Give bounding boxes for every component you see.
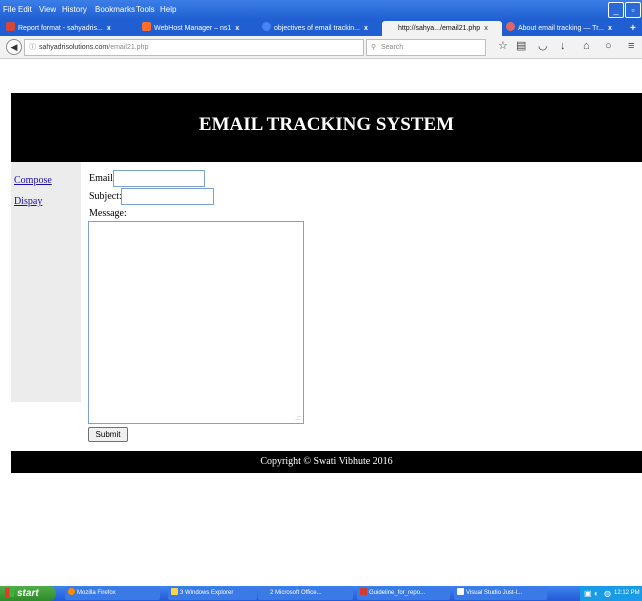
minimize-icon[interactable]: _: [608, 2, 624, 18]
resize-grip-icon[interactable]: .::: [295, 415, 301, 422]
tab-report-format[interactable]: Report format - sahyadris... x: [6, 21, 136, 36]
menu-history[interactable]: History: [62, 5, 87, 14]
close-icon[interactable]: x: [107, 25, 111, 32]
message-label: Message:: [89, 208, 127, 219]
taskbar-label: 2 Microsoft Office...: [270, 590, 322, 596]
url-bar[interactable]: ⓘ sahyadrisolutions.com/email21.php C: [24, 39, 381, 56]
sidebar-link-compose[interactable]: Compose: [14, 175, 52, 186]
maximize-icon[interactable]: ▫: [625, 2, 641, 18]
home-icon[interactable]: ⌂: [583, 40, 590, 52]
network-icon[interactable]: ▣: [584, 586, 592, 601]
tab-strip: Report format - sahyadris... x WebHost Ma…: [0, 20, 642, 36]
windows-logo-icon: [5, 588, 14, 597]
download-icon[interactable]: ↓: [560, 40, 566, 52]
taskbar-item-office[interactable]: 2 Microsoft Office...: [258, 587, 353, 600]
info-icon[interactable]: ⓘ: [29, 40, 36, 55]
taskbar-item-guideline[interactable]: Guideline_for_repo...: [357, 587, 450, 600]
message-textarea[interactable]: .::: [88, 221, 304, 424]
close-icon[interactable]: x: [608, 25, 612, 32]
navigation-bar: ◀ ⓘ sahyadrisolutions.com/email21.php C …: [0, 36, 642, 59]
email-label: Email:: [89, 173, 116, 184]
url-text: sahyadrisolutions.com/email21.php: [39, 40, 148, 55]
menu-view[interactable]: View: [39, 5, 56, 14]
hamburger-menu-icon[interactable]: ≡: [628, 40, 634, 52]
tab-label: About email tracking — Tr...: [518, 25, 604, 32]
tab-webhost-manager[interactable]: WebHost Manager – ns1 x: [142, 21, 254, 36]
taskbar-label: Mozilla Firefox: [77, 590, 116, 596]
folder-icon: [171, 588, 178, 595]
copyright-text: Copyright © Swati Vibhute 2016: [260, 456, 393, 467]
windows-taskbar: start Mozilla Firefox 3 Windows Explorer…: [0, 586, 642, 601]
taskbar-label: 3 Windows Explorer: [180, 590, 234, 596]
sidebar-link-display[interactable]: Dispay: [14, 196, 42, 207]
url-path: /email21.php: [108, 44, 149, 51]
tab-objectives[interactable]: objectives of email trackin... x: [262, 21, 376, 36]
search-placeholder: Search: [381, 44, 404, 51]
submit-button[interactable]: Submit: [88, 427, 128, 442]
pocket-icon[interactable]: ◡: [538, 40, 548, 52]
sync-icon[interactable]: ○: [605, 40, 612, 52]
clock: 12:12 PM: [614, 590, 640, 596]
start-button[interactable]: start: [0, 586, 56, 601]
tab-label: Report format - sahyadris...: [18, 25, 103, 32]
new-tab-button[interactable]: +: [630, 21, 642, 36]
tab-label: http://sahya.../email21.php: [398, 25, 481, 32]
page-title: EMAIL TRACKING SYSTEM: [198, 114, 455, 135]
taskbar-label: Guideline_for_repo...: [369, 590, 426, 596]
antivirus-icon[interactable]: ◍: [604, 586, 611, 601]
page-icon: [506, 22, 515, 31]
start-label: start: [17, 588, 39, 599]
cpanel-icon: [142, 22, 151, 31]
tab-label: objectives of email trackin...: [274, 25, 360, 32]
word-icon: [261, 588, 268, 595]
page-footer: Copyright © Swati Vibhute 2016: [11, 451, 642, 473]
subject-field[interactable]: [121, 188, 214, 205]
menu-bookmarks[interactable]: Bookmarks: [95, 5, 135, 14]
reading-list-icon[interactable]: ▤: [516, 40, 526, 52]
bookmark-star-icon[interactable]: ☆: [498, 40, 508, 52]
google-icon: [262, 22, 271, 31]
page-header: EMAIL TRACKING SYSTEM: [11, 93, 642, 162]
back-arrow-icon[interactable]: ◀: [6, 39, 22, 55]
tab-label: WebHost Manager – ns1: [154, 25, 232, 32]
window-icon: [457, 588, 464, 595]
email-field[interactable]: [113, 170, 205, 187]
url-host: sahyadrisolutions.com: [39, 44, 109, 51]
taskbar-item-firefox[interactable]: Mozilla Firefox: [65, 587, 160, 600]
subject-label: Subject:: [89, 191, 122, 202]
taskbar-item-visual-studio[interactable]: Visual Studio Just-I...: [454, 587, 547, 600]
search-icon: ⚲: [371, 44, 377, 51]
volume-icon[interactable]: ◐: [594, 586, 599, 601]
menu-edit[interactable]: Edit: [18, 5, 32, 14]
menu-file[interactable]: File: [3, 5, 16, 14]
tab-about-email-tracking[interactable]: About email tracking — Tr... x: [506, 21, 626, 36]
browser-menu-bar: File Edit View History Bookmarks Tools H…: [0, 0, 642, 20]
close-icon[interactable]: x: [364, 25, 368, 32]
menu-help[interactable]: Help: [160, 5, 176, 14]
search-input[interactable]: ⚲ Search: [366, 39, 486, 56]
pdf-icon: [360, 588, 367, 595]
menu-tools[interactable]: Tools: [136, 5, 155, 14]
taskbar-item-explorer[interactable]: 3 Windows Explorer: [168, 587, 257, 600]
sidebar: Compose Dispay: [11, 162, 81, 402]
gmail-icon: [6, 22, 15, 31]
tab-email21-active[interactable]: http://sahya.../email21.php x: [382, 21, 502, 36]
system-tray: ▣ ◐ ◍ 12:12 PM: [580, 586, 642, 601]
taskbar-label: Visual Studio Just-I...: [466, 590, 523, 596]
close-icon[interactable]: x: [484, 25, 488, 32]
firefox-icon: [68, 588, 75, 595]
close-icon[interactable]: x: [235, 25, 239, 32]
